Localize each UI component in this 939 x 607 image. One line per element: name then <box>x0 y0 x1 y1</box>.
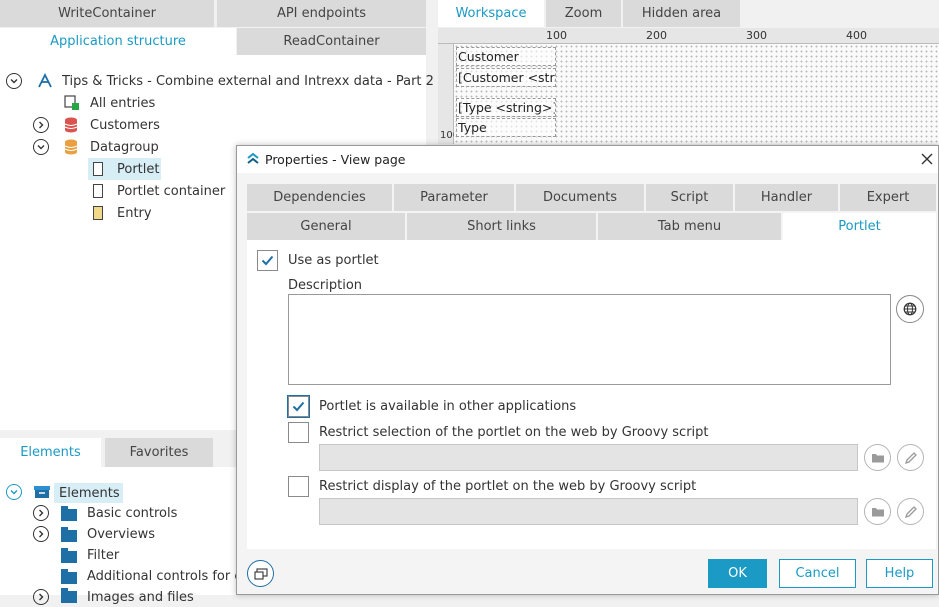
tab-read-container[interactable]: ReadContainer <box>237 28 426 55</box>
language-globe-icon[interactable] <box>896 295 924 323</box>
restrict-display-label: Restrict display of the portlet on the w… <box>319 479 697 494</box>
edit-pencil-icon[interactable] <box>897 498 924 525</box>
close-icon[interactable] <box>921 153 933 165</box>
help-button[interactable]: Help <box>866 559 933 588</box>
elements-box-icon <box>34 485 50 499</box>
tab-zoom[interactable]: Zoom <box>546 0 621 27</box>
workspace-label-type[interactable]: Type <box>456 118 556 137</box>
use-as-portlet-label: Use as portlet <box>288 253 379 268</box>
elements-item-additional-controls[interactable]: Additional controls for ca <box>87 566 237 586</box>
elements-root-label[interactable]: Elements <box>59 483 120 503</box>
folder-icon <box>61 569 77 584</box>
tab-portlet[interactable]: Portlet <box>783 213 936 240</box>
folder-icon <box>61 506 77 521</box>
workspace-ruler-left: 100 <box>438 44 459 144</box>
dialog-title-bar[interactable]: Properties - View page <box>237 146 938 173</box>
tree-item-portlet-container[interactable]: Portlet container <box>117 181 225 201</box>
description-label: Description <box>288 278 363 293</box>
tree-item-entry[interactable]: Entry <box>117 203 152 223</box>
ruler-label: 200 <box>646 29 667 42</box>
tree-item-portlet[interactable]: Portlet <box>117 159 159 179</box>
expand-icon[interactable] <box>33 526 49 542</box>
tab-tab-menu[interactable]: Tab menu <box>598 213 781 240</box>
elements-item-overviews[interactable]: Overviews <box>87 524 155 544</box>
database-icon <box>64 139 78 155</box>
tab-dependencies[interactable]: Dependencies <box>247 184 392 211</box>
elements-item-filter[interactable]: Filter <box>87 545 119 565</box>
tree-root-label[interactable]: Tips & Tricks - Combine external and Int… <box>62 71 434 91</box>
tab-parameter[interactable]: Parameter <box>394 184 514 211</box>
folder-icon <box>61 527 77 542</box>
restrict-display-checkbox[interactable] <box>288 476 309 497</box>
tab-write-container[interactable]: WriteContainer <box>0 0 214 27</box>
tab-script[interactable]: Script <box>646 184 733 211</box>
expand-icon[interactable] <box>33 117 49 133</box>
all-entries-icon <box>64 95 80 111</box>
tree-item-all-entries[interactable]: All entries <box>90 93 155 113</box>
tree-item-customers[interactable]: Customers <box>90 115 160 135</box>
ruler-label: 300 <box>746 29 767 42</box>
app-icon <box>37 72 53 89</box>
page-icon <box>93 162 103 176</box>
workspace-ruler-top: 100 200 300 400 <box>438 28 939 44</box>
ruler-label: 100 <box>546 29 567 42</box>
collapse-icon[interactable] <box>6 484 22 500</box>
restrict-selection-label: Restrict selection of the portlet on the… <box>319 425 709 440</box>
ruler-label: 400 <box>846 29 867 42</box>
open-folder-icon[interactable] <box>864 444 891 471</box>
available-other-apps-label: Portlet is available in other applicatio… <box>319 399 577 414</box>
cancel-button[interactable]: Cancel <box>779 559 856 588</box>
workspace-label-customer[interactable]: Customer <box>456 47 556 66</box>
database-icon <box>64 117 78 133</box>
properties-dialog: Properties - View page Dependencies Para… <box>236 145 939 595</box>
expand-icon[interactable] <box>33 505 49 521</box>
use-as-portlet-checkbox[interactable] <box>257 250 278 271</box>
collapse-icon[interactable] <box>33 139 49 155</box>
elements-panel: Elements Basic controls Overviews Filter… <box>0 467 240 605</box>
tab-application-structure[interactable]: Application structure <box>0 28 236 55</box>
elements-item-images-files[interactable]: Images and files <box>87 587 194 607</box>
ok-button[interactable]: OK <box>708 559 767 588</box>
available-other-apps-focus <box>287 395 310 418</box>
folder-icon <box>61 548 77 563</box>
open-folder-icon[interactable] <box>864 498 891 525</box>
tab-expert[interactable]: Expert <box>840 184 936 211</box>
folder-icon <box>61 588 77 603</box>
tab-documents[interactable]: Documents <box>516 184 644 211</box>
tab-hidden-area[interactable]: Hidden area <box>623 0 740 27</box>
intrexx-logo-icon <box>247 152 259 165</box>
restrict-selection-script-field[interactable] <box>319 444 858 471</box>
entry-page-icon <box>93 206 103 220</box>
restrict-selection-checkbox[interactable] <box>288 422 309 443</box>
dialog-title: Properties - View page <box>265 152 406 167</box>
tab-favorites[interactable]: Favorites <box>105 438 213 467</box>
tab-elements[interactable]: Elements <box>0 438 101 467</box>
tab-workspace[interactable]: Workspace <box>438 0 544 27</box>
collapse-icon[interactable] <box>6 73 22 89</box>
description-textarea[interactable] <box>288 294 891 385</box>
workspace-field-customer[interactable]: [Customer <str... <box>456 68 556 87</box>
portlet-tab-content: Use as portlet Description Portlet is av… <box>247 240 936 549</box>
tab-general[interactable]: General <box>247 213 405 240</box>
workspace-field-type[interactable]: [Type <string>] <box>456 98 556 117</box>
tab-short-links[interactable]: Short links <box>407 213 596 240</box>
elements-item-basic-controls[interactable]: Basic controls <box>87 503 177 523</box>
restrict-display-script-field[interactable] <box>319 498 858 525</box>
tab-handler[interactable]: Handler <box>735 184 838 211</box>
tree-item-datagroup[interactable]: Datagroup <box>90 137 159 157</box>
edit-pencil-icon[interactable] <box>897 444 924 471</box>
expand-icon[interactable] <box>33 589 49 605</box>
page-icon <box>93 184 103 198</box>
window-layout-icon[interactable] <box>247 560 274 587</box>
tab-api-endpoints[interactable]: API endpoints <box>217 0 426 27</box>
